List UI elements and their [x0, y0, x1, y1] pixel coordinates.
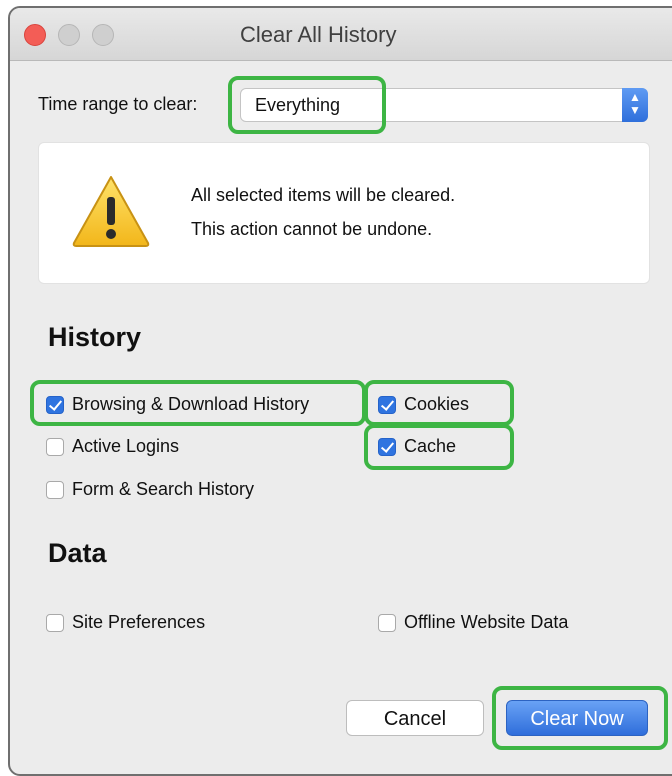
checkbox-label: Browsing & Download History — [72, 394, 310, 414]
checkbox-box[interactable] — [378, 613, 396, 632]
checkbox-label: Cookies — [404, 394, 470, 414]
checkbox-cache[interactable]: Cache — [378, 436, 456, 457]
checkbox-box[interactable] — [46, 613, 64, 632]
zoom-window-button[interactable] — [92, 24, 114, 46]
checkbox-label: Active Logins — [72, 436, 180, 456]
close-window-button[interactable] — [24, 24, 46, 46]
checkbox-box[interactable] — [378, 395, 396, 414]
warning-text-line-2: This action cannot be undone. — [191, 219, 433, 239]
clear-history-dialog: Clear All History Time range to clear: E… — [8, 6, 672, 776]
checkbox-browsing-download-history[interactable]: Browsing & Download History — [46, 394, 309, 415]
checkbox-box[interactable] — [46, 395, 64, 414]
cancel-button[interactable]: Cancel — [346, 700, 484, 736]
minimize-window-button[interactable] — [58, 24, 80, 46]
time-range-label: Time range to clear: — [38, 94, 198, 114]
checkbox-active-logins[interactable]: Active Logins — [46, 436, 179, 457]
checkbox-label: Offline Website Data — [404, 612, 569, 632]
checkbox-label: Form & Search History — [72, 479, 255, 499]
history-heading: History — [48, 322, 142, 352]
warning-text-line-1: All selected items will be cleared. — [191, 185, 456, 205]
clear-now-button[interactable]: Clear Now — [506, 700, 648, 736]
warning-box: All selected items will be cleared. This… — [38, 142, 650, 284]
checkbox-cookies[interactable]: Cookies — [378, 394, 469, 415]
time-range-select[interactable]: Everything ▲ ▼ — [240, 88, 648, 122]
checkbox-box[interactable] — [46, 480, 64, 499]
checkbox-offline-website-data[interactable]: Offline Website Data — [378, 612, 568, 633]
checkbox-form-search-history[interactable]: Form & Search History — [46, 479, 254, 500]
warning-icon — [72, 176, 150, 247]
title-bar: Clear All History — [10, 8, 672, 61]
chevron-up-down-icon: ▲ ▼ — [622, 88, 648, 122]
checkbox-site-preferences[interactable]: Site Preferences — [46, 612, 205, 633]
checkbox-box[interactable] — [46, 437, 64, 456]
time-range-value: Everything — [255, 95, 341, 115]
checkbox-label: Site Preferences — [72, 612, 206, 632]
checkbox-box[interactable] — [378, 437, 396, 456]
data-heading: Data — [48, 538, 107, 568]
checkbox-label: Cache — [404, 436, 457, 456]
window-title: Clear All History — [240, 22, 397, 47]
